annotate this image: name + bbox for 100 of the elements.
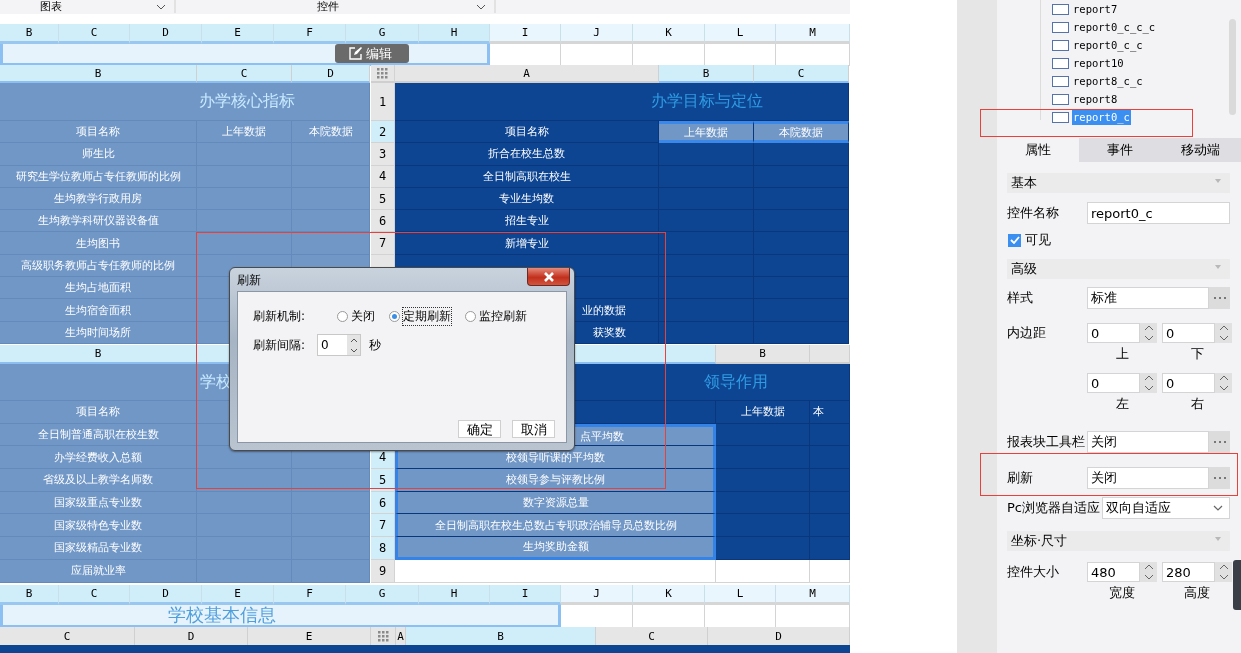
tree-item[interactable]: report10 [997,54,1241,72]
section-header[interactable]: 高级 [1007,259,1230,279]
column-title: 上年数据 [659,121,754,144]
table-cell: 全日制普通高职在校生数 [0,423,197,447]
column-header[interactable]: K [633,585,705,605]
text-field[interactable]: report0_c [1087,202,1230,224]
column-header[interactable]: J [561,585,633,605]
table-cell: 生均奖助金额 [395,537,716,560]
row-number[interactable]: 6 [371,210,395,233]
column-header[interactable]: F [274,24,346,44]
dialog-title: 刷新 [237,272,261,289]
column-header[interactable]: K [633,24,705,44]
column-header[interactable]: D [708,627,850,645]
visible-checkbox[interactable]: 可见 [1007,232,1230,248]
table-cell [810,537,850,560]
row-number[interactable]: 4 [371,165,395,188]
row-number[interactable]: 2 [371,121,395,144]
edit-button[interactable]: 编辑 [335,44,409,63]
column-header[interactable]: M [776,24,850,44]
unit-label: 秒 [369,336,382,354]
column-header[interactable]: G [346,24,419,44]
number-spinner[interactable]: 0 [317,334,362,356]
table-cell: 生均宿舍面积 [0,299,197,322]
grip-icon[interactable] [377,630,389,642]
row-number[interactable]: 6 [371,491,395,515]
column-header[interactable]: C [59,585,130,605]
column-header[interactable]: B [406,627,596,645]
dropdown[interactable]: 双向自适应 [1102,497,1230,519]
row-number[interactable]: 5 [371,469,395,492]
dropdown[interactable]: 控件 [176,0,496,13]
column-header[interactable]: M [776,585,850,605]
column-header[interactable]: B [0,65,197,83]
more-button[interactable] [1209,467,1230,489]
column-header[interactable]: E [248,627,371,645]
column-header[interactable]: I [490,585,561,605]
column-header[interactable]: C [754,65,849,83]
row-number[interactable]: 8 [371,537,395,560]
column-header[interactable]: L [705,585,776,605]
row-number[interactable]: 3 [371,143,395,166]
row-number[interactable]: 7 [371,232,395,255]
text-field[interactable]: 关闭 [1087,467,1209,489]
column-header[interactable]: H [419,585,490,605]
dialog-button[interactable]: 确定 [458,420,501,438]
column-header[interactable]: E [202,585,274,605]
table-cell: 校领导参与评教比例 [395,469,716,492]
more-button[interactable] [1209,431,1230,453]
column-header[interactable]: C [0,627,135,645]
field-label: Pc浏览器自适应 [1007,499,1100,517]
tree-item[interactable]: report8 [997,90,1241,108]
tree-item[interactable]: report0_c_c [997,36,1241,54]
field-caption: 左 [1115,395,1129,413]
grip-icon[interactable] [377,67,388,79]
table-cell: 新增专业 [395,232,659,255]
column-header[interactable]: H [419,24,490,44]
corner-header[interactable] [371,65,395,83]
column-header[interactable]: B [0,24,59,44]
more-button[interactable] [1209,287,1230,309]
text-field[interactable]: 标准 [1087,287,1209,309]
column-header[interactable]: G [346,585,419,605]
section-header[interactable]: 坐标·尺寸 [1007,531,1230,551]
table-cell: 国家级特色专业数 [0,514,197,538]
column-header[interactable]: B [0,585,59,605]
row-number[interactable]: 9 [371,559,395,583]
scrollbar[interactable] [1229,19,1236,115]
column-header[interactable]: E [202,24,274,44]
text-field[interactable]: 关闭 [1087,431,1209,453]
row-number[interactable]: 1 [371,83,395,121]
column-header[interactable]: D [130,24,202,44]
column-header[interactable]: J [561,24,633,44]
row-number[interactable]: 5 [371,187,395,211]
column-header[interactable]: C [197,65,292,83]
dialog-button[interactable]: 取消 [512,420,555,438]
tab[interactable]: 移动端 [1160,138,1241,162]
column-header[interactable]: B [659,65,754,83]
resize-handle[interactable] [1233,560,1241,610]
tab[interactable]: 事件 [1079,138,1160,162]
close-button[interactable] [527,268,570,286]
column-header[interactable]: D [135,627,248,645]
column-header[interactable]: C [596,627,708,645]
report-icon [1052,57,1069,69]
radio-option[interactable]: 关闭 [337,308,375,325]
column-header[interactable]: B [0,345,197,364]
report-icon [1052,93,1069,105]
column-title: 上年数据 [716,401,810,424]
corner-header[interactable] [371,627,396,645]
row-number[interactable]: 7 [371,514,395,538]
tree-item[interactable]: report8_c_c [997,72,1241,90]
dropdown[interactable]: 图表 [0,0,176,13]
column-header[interactable]: F [274,585,346,605]
section-header[interactable]: 基本 [1007,173,1230,193]
table-cell: 生均图书 [0,232,197,255]
column-header[interactable]: L [705,24,776,44]
column-header[interactable]: A [395,65,659,83]
tree-item[interactable]: report0_c_c_c [997,18,1241,36]
column-header[interactable]: B [716,345,810,364]
column-header[interactable]: D [292,65,370,83]
column-header[interactable]: I [490,24,561,44]
column-header[interactable]: C [59,24,130,44]
column-header[interactable]: D [130,585,202,605]
tree-item[interactable]: report7 [997,0,1241,18]
